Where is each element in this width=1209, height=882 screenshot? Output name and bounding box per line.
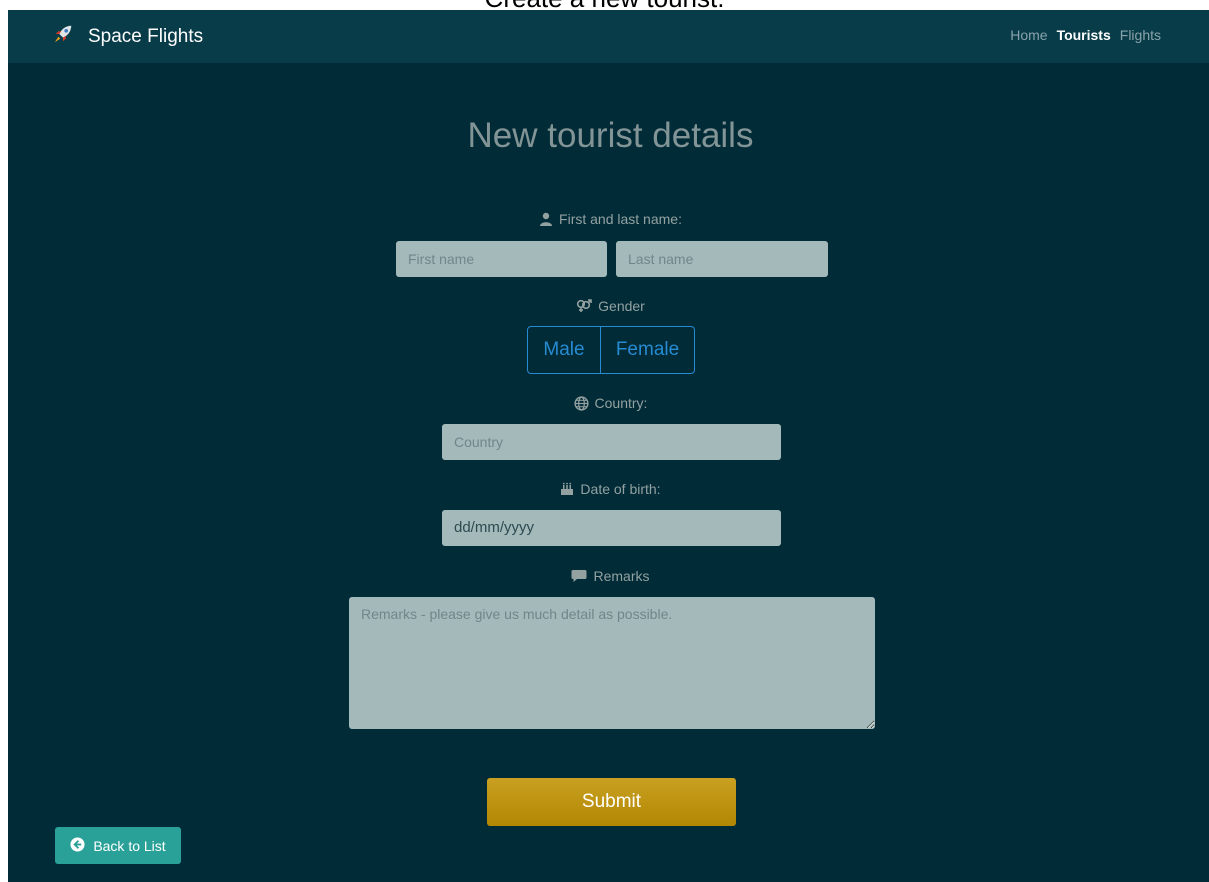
user-icon — [539, 212, 553, 226]
first-name-input[interactable] — [396, 241, 607, 277]
nav-tourists-link[interactable]: Tourists — [1057, 27, 1111, 43]
birthday-cake-icon — [560, 482, 574, 496]
remarks-label: Remarks — [8, 568, 1209, 584]
country-input[interactable] — [442, 424, 781, 460]
page-caption: Create a new tourist. — [0, 0, 1209, 11]
remarks-textarea[interactable] — [349, 597, 875, 729]
country-label: Country: — [8, 395, 1209, 411]
back-to-list-button[interactable]: Back to List — [55, 827, 181, 864]
back-to-list-label: Back to List — [93, 837, 166, 854]
gender-label-text: Gender — [598, 298, 645, 314]
brand-name: Space Flights — [88, 26, 204, 47]
page-title: New tourist details — [467, 116, 754, 155]
gender-icon — [576, 299, 592, 313]
comment-icon — [571, 569, 587, 583]
name-label-text: First and last name: — [559, 211, 682, 227]
dob-label-text: Date of birth: — [580, 481, 661, 497]
country-label-text: Country: — [594, 395, 648, 411]
rocket-icon — [52, 23, 74, 51]
dob-label: Date of birth: — [8, 481, 1209, 497]
remarks-label-text: Remarks — [593, 568, 650, 584]
submit-button[interactable]: Submit — [487, 778, 736, 826]
male-option-button[interactable]: Male — [528, 327, 601, 373]
arrow-left-circle-icon — [70, 836, 85, 855]
name-label: First and last name: — [8, 211, 1209, 227]
gender-label: Gender — [8, 298, 1209, 314]
date-of-birth-input[interactable]: dd/mm/yyyy — [442, 510, 781, 546]
app-window: Space Flights Home Tourists Flights New … — [8, 10, 1209, 882]
brand[interactable]: Space Flights — [52, 23, 203, 51]
last-name-input[interactable] — [616, 241, 828, 277]
globe-icon — [573, 395, 589, 411]
gender-toggle: Male Female — [527, 326, 695, 374]
nav-links: Home Tourists Flights — [1010, 27, 1161, 43]
nav-flights-link[interactable]: Flights — [1120, 27, 1161, 43]
nav-home-link[interactable]: Home — [1010, 27, 1047, 43]
female-option-button[interactable]: Female — [601, 327, 694, 373]
navbar: Space Flights Home Tourists Flights — [8, 10, 1209, 63]
